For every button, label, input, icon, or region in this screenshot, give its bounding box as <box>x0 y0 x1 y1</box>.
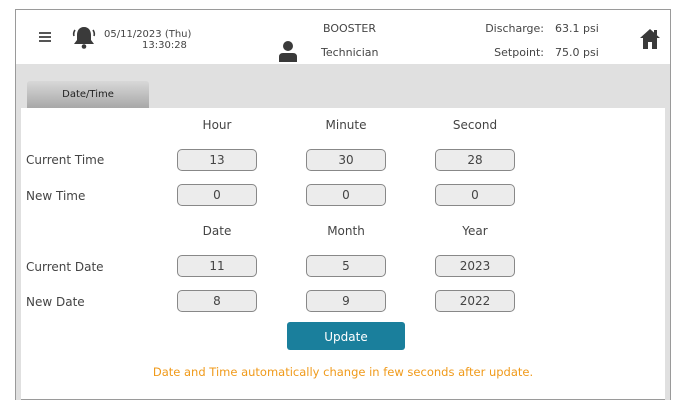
col-head-second: Second <box>452 118 498 132</box>
new-year-input[interactable]: 2022 <box>435 290 515 312</box>
tab-bar: Date/Time <box>16 64 670 108</box>
col-head-minute: Minute <box>325 118 367 132</box>
row-label-new-time: New Time <box>26 189 86 203</box>
row-label-new-date: New Date <box>26 295 85 309</box>
setpoint-label: Setpoint: <box>494 46 544 59</box>
col-head-date: Date <box>202 224 232 238</box>
tab-date-time[interactable]: Date/Time <box>27 81 149 108</box>
current-date-field: 11 <box>177 255 257 277</box>
col-head-month: Month <box>327 224 365 238</box>
header-datetime: 05/11/2023 (Thu) 13:30:28 <box>104 29 191 51</box>
user-role: Technician <box>321 46 379 59</box>
new-hour-input[interactable]: 0 <box>177 184 257 206</box>
right-border-strip <box>665 108 670 400</box>
col-head-hour: Hour <box>202 118 232 132</box>
home-icon[interactable] <box>639 28 661 50</box>
current-second-field: 28 <box>435 149 515 171</box>
header-date: 05/11/2023 (Thu) <box>104 29 192 40</box>
user-icon[interactable] <box>278 40 298 62</box>
bell-icon[interactable] <box>71 24 97 50</box>
current-year-field: 2023 <box>435 255 515 277</box>
header-bar: 05/11/2023 (Thu) 13:30:28 BOOSTER Techni… <box>16 10 670 64</box>
row-label-current-date: Current Date <box>26 260 104 274</box>
current-hour-field: 13 <box>177 149 257 171</box>
setpoint-value: 75.0 psi <box>555 46 599 59</box>
row-label-current-time: Current Time <box>26 153 105 167</box>
system-name: BOOSTER <box>323 22 376 35</box>
discharge-value: 63.1 psi <box>555 22 599 35</box>
new-date-input[interactable]: 8 <box>177 290 257 312</box>
update-note: Date and Time automatically change in fe… <box>152 365 534 379</box>
new-second-input[interactable]: 0 <box>435 184 515 206</box>
update-button[interactable]: Update <box>287 322 405 350</box>
header-time: 13:30:28 <box>142 40 187 51</box>
current-minute-field: 30 <box>306 149 386 171</box>
col-head-year: Year <box>462 224 488 238</box>
app-frame: 05/11/2023 (Thu) 13:30:28 BOOSTER Techni… <box>15 9 671 400</box>
new-minute-input[interactable]: 0 <box>306 184 386 206</box>
menu-icon[interactable] <box>39 32 51 42</box>
discharge-label: Discharge: <box>485 22 544 35</box>
new-month-input[interactable]: 9 <box>306 290 386 312</box>
current-month-field: 5 <box>306 255 386 277</box>
